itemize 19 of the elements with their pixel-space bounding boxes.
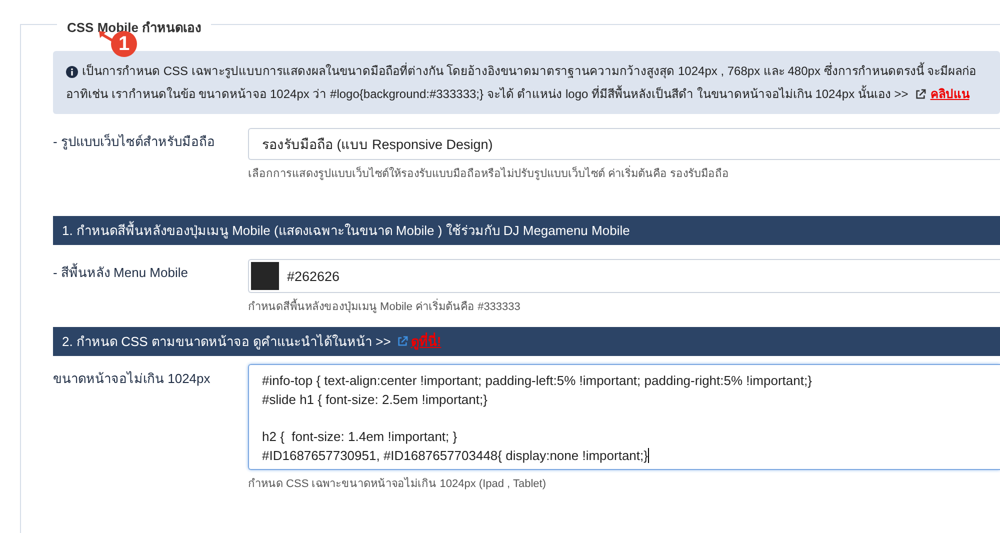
help-text: กำหนดสีพื้นหลังของปุ่มเมนู Mobile ค่าเริ่มต้นคือ #333333 [248, 297, 1000, 315]
info-text: อาทิเช่น เรากำหนดในข้อ ขนาดหน้าจอ 1024px ว่า #logo{background:#333333;} จะได้ ตำแหน่ง logo ที่มีสีพื้นหลังเป็นสีดำ ในขนาดหน้าจอไม่เกิน 1024px นั้นเอง >> [66, 84, 908, 103]
color-value: #262626 [287, 268, 340, 284]
section-title: 2. กำหนด CSS ตามขนาดหน้าจอ ดูคำแนะนำได้ในหน้า >> [62, 333, 391, 352]
info-icon [66, 66, 78, 78]
external-link-icon [396, 336, 408, 347]
video-link[interactable]: คลิปแน [930, 83, 970, 106]
layout-select[interactable]: รองรับมือถือ (แบบ Responsive Design) [248, 128, 1000, 160]
external-link-icon [915, 89, 926, 100]
field-label: ขนาดหน้าจอไม่เกิน 1024px [53, 370, 212, 388]
help-text: กำหนด CSS เฉพาะขนาดหน้าจอไม่เกิน 1024px (Ipad , Tablet) [248, 476, 547, 492]
color-field[interactable]: #262626 [248, 259, 1000, 293]
info-text: เป็นการกำหนด CSS เฉพาะรูปแบบการแสดงผลในขนาดมือถือที่ต่างกัน โดยอ้างอิงขนาดมาตราฐานความกว้างสูงสุด 1024px , 768px และ 480px ซึ่งการกำหนดตรงนี้ จะมีผลก่อ [82, 61, 976, 80]
section-title: 1. กำหนดสีพื้นหลังของปุ่มเมนู Mobile (แสดงเฉพาะในขนาด Mobile ) ใช้ร่วมกับ DJ Megamenu Mobile [62, 220, 630, 240]
css-code-field[interactable]: #info-top { text-align:center !important; padding-left:5% !important; padding-right:5% !important;} #slide h1 { font-size: 2.5em !important;} h2 { font-size: 1.4em !important; } #ID1687657730951, #ID1687657703448{ display:none !important;} [248, 364, 1000, 470]
color-swatch[interactable] [251, 262, 279, 290]
field-label: - รูปแบบเว็บไซต์สำหรับมือถือ [53, 132, 216, 152]
help-text: เลือกการแสดงรูปแบบเว็บไซต์ให้รองรับแบบมือถือหรือไม่ปรับรูปแบบเว็บไซต์ ค่าเริ่มต้นคือ รองรับมือถือ [248, 164, 1000, 182]
field-label: - สีพื้นหลัง Menu Mobile [53, 262, 189, 282]
